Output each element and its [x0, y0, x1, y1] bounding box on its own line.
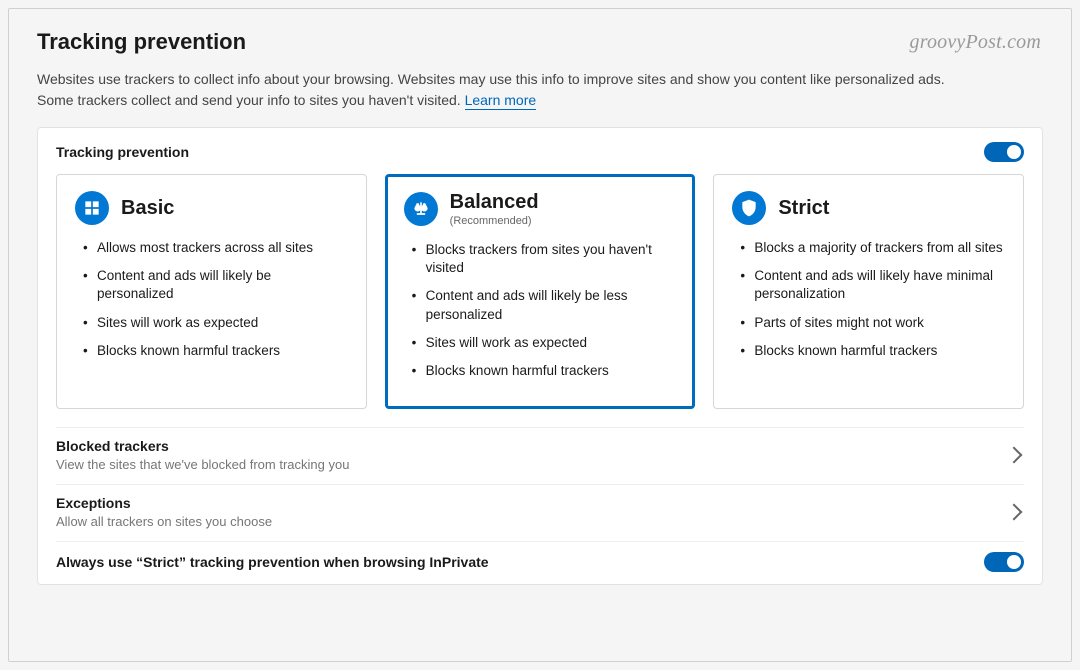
card-head: Strict [732, 191, 1005, 225]
row-desc: View the sites that we've blocked from t… [56, 457, 349, 472]
list-item: Allows most trackers across all sites [79, 239, 348, 257]
page-title: Tracking prevention [37, 29, 1043, 55]
basic-icon [75, 191, 109, 225]
card-title: Basic [121, 197, 174, 219]
exceptions-row[interactable]: Exceptions Allow all trackers on sites y… [56, 484, 1024, 541]
row-text: Blocked trackers View the sites that we'… [56, 438, 349, 472]
balance-icon [404, 192, 438, 226]
panel-header: Tracking prevention [56, 142, 1024, 162]
watermark: groovyPost.com [910, 31, 1041, 54]
intro-text: Websites use trackers to collect info ab… [37, 69, 957, 111]
row-title: Blocked trackers [56, 438, 349, 454]
level-selector: Basic Allows most trackers across all si… [56, 174, 1024, 409]
card-title: Balanced [450, 191, 539, 213]
card-head: Balanced (Recommended) [404, 191, 677, 227]
list-item: Parts of sites might not work [736, 314, 1005, 332]
list-item: Blocks trackers from sites you haven't v… [408, 241, 677, 277]
list-item: Sites will work as expected [79, 314, 348, 332]
row-desc: Allow all trackers on sites you choose [56, 514, 272, 529]
inprivate-toggle[interactable] [984, 552, 1024, 572]
list-item: Content and ads will likely have minimal… [736, 267, 1005, 303]
list-item: Blocks known harmful trackers [408, 362, 677, 380]
settings-page: groovyPost.com Tracking prevention Websi… [8, 8, 1072, 662]
level-card-balanced[interactable]: Balanced (Recommended) Blocks trackers f… [385, 174, 696, 409]
blocked-trackers-row[interactable]: Blocked trackers View the sites that we'… [56, 427, 1024, 484]
level-card-strict[interactable]: Strict Blocks a majority of trackers fro… [713, 174, 1024, 409]
card-title: Strict [778, 197, 829, 219]
chevron-right-icon [1006, 504, 1023, 521]
level-card-basic[interactable]: Basic Allows most trackers across all si… [56, 174, 367, 409]
panel-label: Tracking prevention [56, 144, 189, 160]
list-item: Blocks known harmful trackers [736, 342, 1005, 360]
row-title: Exceptions [56, 495, 272, 511]
card-subtitle: (Recommended) [450, 215, 539, 227]
card-head: Basic [75, 191, 348, 225]
basic-bullets: Allows most trackers across all sites Co… [75, 239, 348, 360]
list-item: Content and ads will likely be personali… [79, 267, 348, 303]
chevron-right-icon [1006, 447, 1023, 464]
learn-more-link[interactable]: Learn more [465, 92, 537, 110]
inprivate-label: Always use “Strict” tracking prevention … [56, 554, 489, 570]
list-item: Blocks known harmful trackers [79, 342, 348, 360]
list-item: Blocks a majority of trackers from all s… [736, 239, 1005, 257]
tracking-toggle[interactable] [984, 142, 1024, 162]
balanced-bullets: Blocks trackers from sites you haven't v… [404, 241, 677, 380]
list-item: Content and ads will likely be less pers… [408, 287, 677, 323]
list-item: Sites will work as expected [408, 334, 677, 352]
row-text: Exceptions Allow all trackers on sites y… [56, 495, 272, 529]
strict-bullets: Blocks a majority of trackers from all s… [732, 239, 1005, 360]
tracking-panel: Tracking prevention Basic Allows most tr… [37, 127, 1043, 585]
inprivate-row: Always use “Strict” tracking prevention … [56, 541, 1024, 574]
shield-icon [732, 191, 766, 225]
